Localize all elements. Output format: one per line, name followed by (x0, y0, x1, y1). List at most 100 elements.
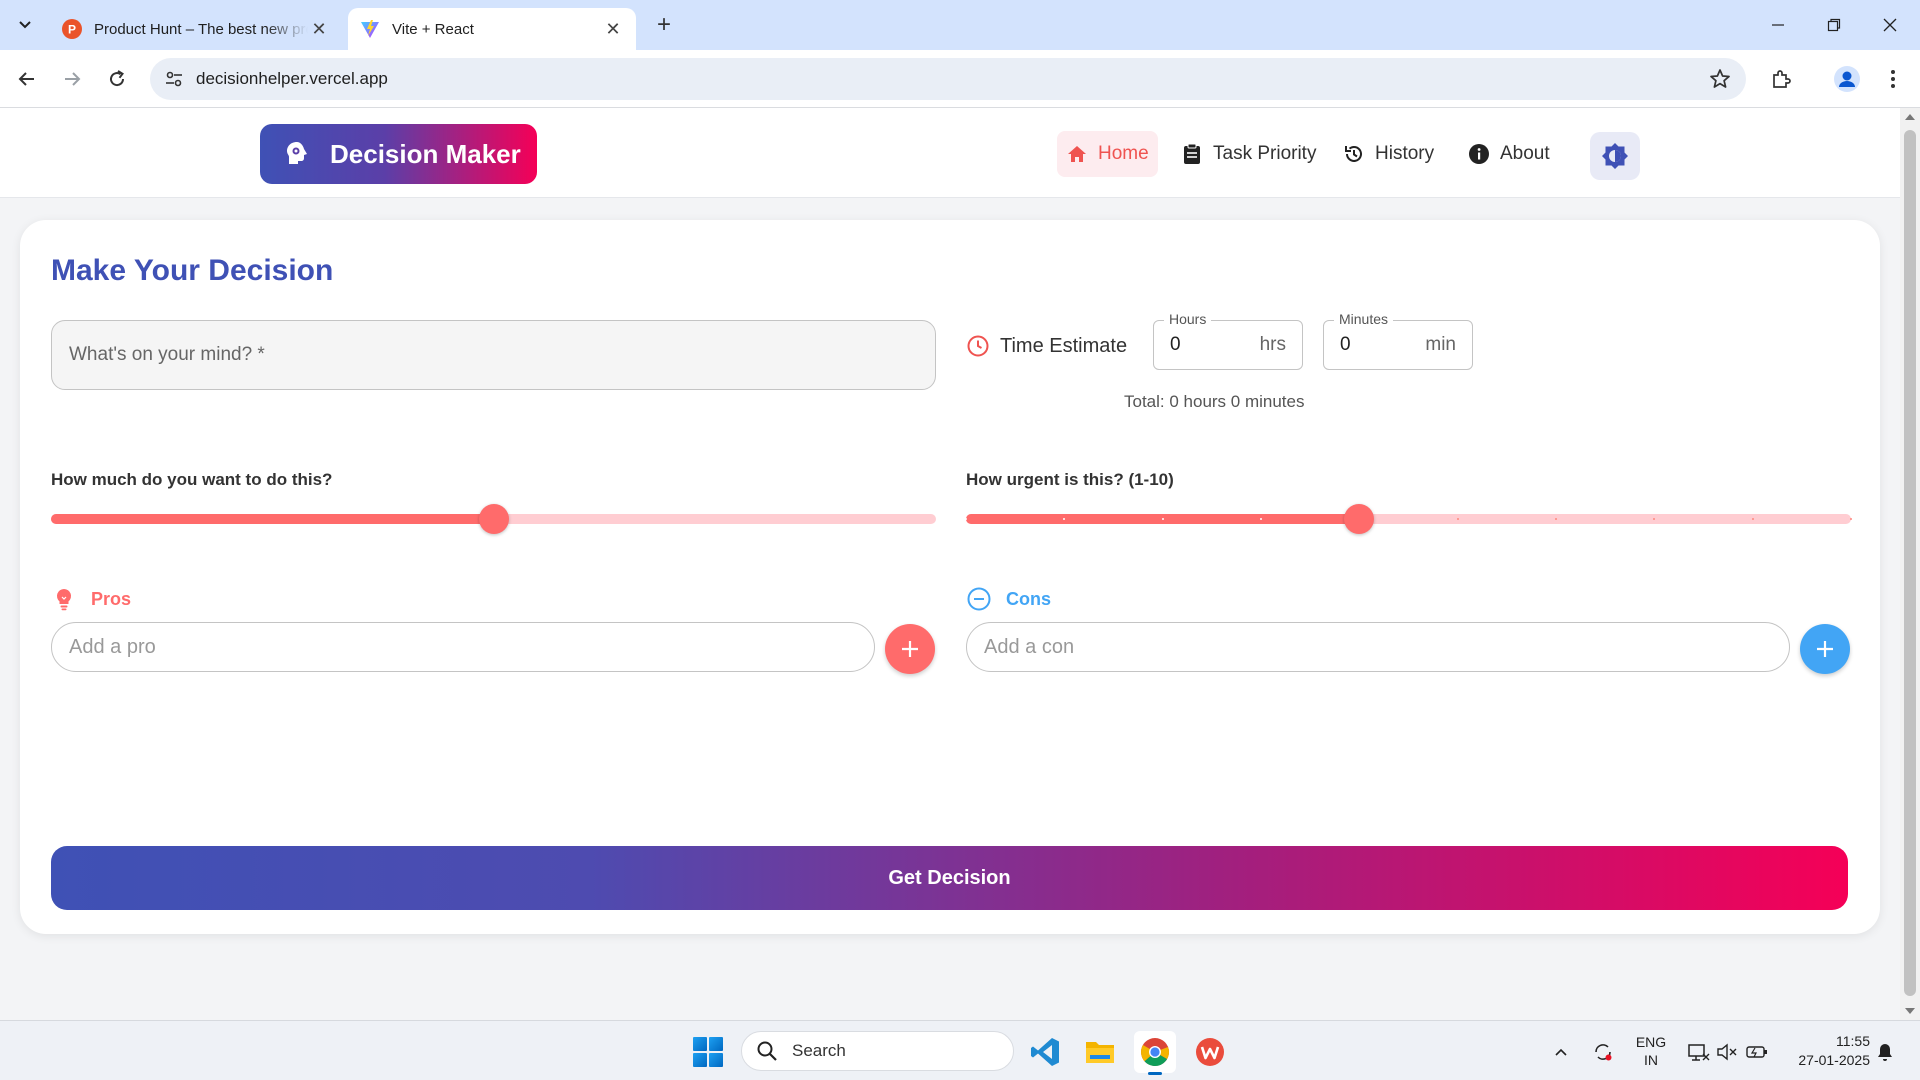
close-icon (1883, 18, 1897, 32)
page-viewport: Decision Maker Home Task Priority Histor… (0, 108, 1900, 1020)
nav-history[interactable]: History (1334, 131, 1443, 177)
scrollbar-thumb[interactable] (1904, 130, 1916, 996)
page-scrollbar[interactable] (1900, 108, 1920, 1020)
restore-icon (1827, 18, 1841, 32)
profile-button[interactable] (1830, 62, 1864, 96)
slider-step-mark (1554, 518, 1557, 520)
new-tab-button[interactable]: + (650, 11, 678, 39)
restore-button[interactable] (1814, 10, 1854, 40)
reload-icon (110, 70, 125, 87)
avatar-icon (1834, 66, 1860, 92)
time-estimate-label: Time Estimate (966, 334, 1127, 358)
site-settings-icon[interactable] (164, 69, 184, 89)
browser-toolbar: decisionhelper.vercel.app (0, 50, 1920, 108)
back-button[interactable] (10, 62, 44, 96)
chrome-icon (1141, 1038, 1169, 1067)
decision-form-card: Make Your Decision What's on your mind? … (20, 220, 1880, 934)
system-clock[interactable]: 11:55 27-01-2025 (1780, 1032, 1870, 1070)
plus-icon (902, 641, 918, 657)
volume-muted-icon[interactable] (1714, 1039, 1740, 1065)
os-taskbar: Search ENG IN 11:55 27-01-2025 (0, 1020, 1920, 1080)
nav-about[interactable]: About (1459, 131, 1559, 177)
page-title: Make Your Decision (51, 254, 334, 287)
brand-logo[interactable]: Decision Maker (260, 124, 537, 184)
extensions-button[interactable] (1764, 62, 1798, 96)
vscode-icon (1031, 1038, 1059, 1066)
taskbar-search[interactable]: Search (741, 1031, 1014, 1071)
chevron-down-icon (19, 21, 31, 29)
reload-button[interactable] (100, 62, 134, 96)
clock-icon (967, 335, 989, 357)
svg-text:P: P (68, 23, 76, 37)
wps-office-icon (1196, 1038, 1224, 1066)
puzzle-icon (1773, 70, 1791, 88)
language-indicator[interactable]: ENG IN (1634, 1033, 1668, 1069)
file-explorer-app[interactable] (1079, 1031, 1121, 1073)
hours-unit: hrs (1259, 334, 1286, 355)
address-bar[interactable]: decisionhelper.vercel.app (150, 58, 1746, 100)
minutes-value: 0 (1340, 334, 1351, 355)
minimize-button[interactable] (1758, 10, 1798, 40)
battery-icon[interactable] (1744, 1039, 1770, 1065)
vscode-app[interactable] (1024, 1031, 1066, 1073)
close-tab-icon[interactable]: ✕ (602, 18, 624, 40)
urgency-slider-label: How urgent is this? (1-10) (966, 470, 1174, 489)
notification-bell-icon[interactable] (1872, 1039, 1898, 1065)
clock-time: 11:55 (1836, 1033, 1870, 1049)
wps-office-app[interactable] (1189, 1031, 1231, 1073)
nav-task-priority[interactable]: Task Priority (1172, 131, 1325, 177)
tray-overflow-icon[interactable] (1548, 1039, 1574, 1065)
lightbulb-icon (56, 588, 72, 611)
forward-button[interactable] (55, 62, 89, 96)
minutes-field[interactable]: Minutes 0 min (1323, 311, 1473, 370)
decision-input-placeholder: What's on your mind? * (69, 344, 265, 365)
close-window-button[interactable] (1870, 10, 1910, 40)
history-icon (1343, 143, 1365, 165)
tab-title: Vite + React (392, 20, 474, 38)
minus-circle-icon (967, 587, 991, 611)
add-pro-button[interactable] (885, 624, 935, 674)
clock-date: 27-01-2025 (1798, 1052, 1870, 1068)
hours-value: 0 (1170, 334, 1181, 355)
urgency-slider[interactable] (965, 504, 1852, 534)
info-icon (1468, 143, 1490, 165)
time-total: Total: 0 hours 0 minutes (1124, 392, 1305, 411)
decision-input[interactable]: What's on your mind? * (51, 320, 936, 390)
desire-slider[interactable] (51, 504, 936, 534)
minutes-unit: min (1425, 334, 1456, 355)
theme-toggle-button[interactable] (1590, 132, 1640, 180)
nav-home-label: Home (1098, 143, 1149, 164)
home-icon (1066, 143, 1088, 165)
browser-menu-button[interactable] (1876, 62, 1910, 96)
tab-product-hunt[interactable]: P Product Hunt – The best new products i… (50, 8, 342, 50)
hours-field[interactable]: Hours 0 hrs (1153, 311, 1303, 370)
close-tab-icon[interactable]: ✕ (308, 18, 330, 40)
add-con-button[interactable] (1800, 624, 1850, 674)
vite-icon (360, 19, 380, 39)
pros-label: Pros (51, 586, 131, 612)
bookmark-star-icon[interactable] (1708, 67, 1732, 91)
add-pro-placeholder: Add a pro (69, 635, 156, 658)
nav-task-priority-label: Task Priority (1213, 143, 1317, 164)
nav-home[interactable]: Home (1057, 131, 1158, 177)
slider-thumb[interactable] (1344, 504, 1375, 534)
slider-step-mark (965, 518, 967, 520)
sync-icon[interactable] (1590, 1039, 1616, 1065)
add-con-input[interactable]: Add a con (966, 622, 1790, 672)
slider-step-mark (1161, 518, 1164, 520)
scroll-down-icon[interactable] (1905, 1008, 1915, 1014)
brightness-icon (1602, 143, 1628, 169)
running-indicator (1148, 1072, 1162, 1075)
tab-vite-react[interactable]: Vite + React ✕ (348, 8, 636, 50)
add-pro-input[interactable]: Add a pro (51, 622, 875, 672)
network-icon[interactable] (1686, 1039, 1712, 1065)
cons-label: Cons (966, 586, 1051, 612)
minimize-icon (1772, 24, 1784, 26)
language-code: ENG (1635, 1034, 1667, 1050)
get-decision-button[interactable]: Get Decision (51, 846, 1848, 910)
scroll-up-icon[interactable] (1905, 114, 1915, 120)
slider-thumb[interactable] (478, 504, 509, 534)
chrome-app[interactable] (1134, 1031, 1176, 1075)
tab-search-button[interactable] (10, 10, 40, 40)
windows-start-icon[interactable] (693, 1037, 723, 1067)
